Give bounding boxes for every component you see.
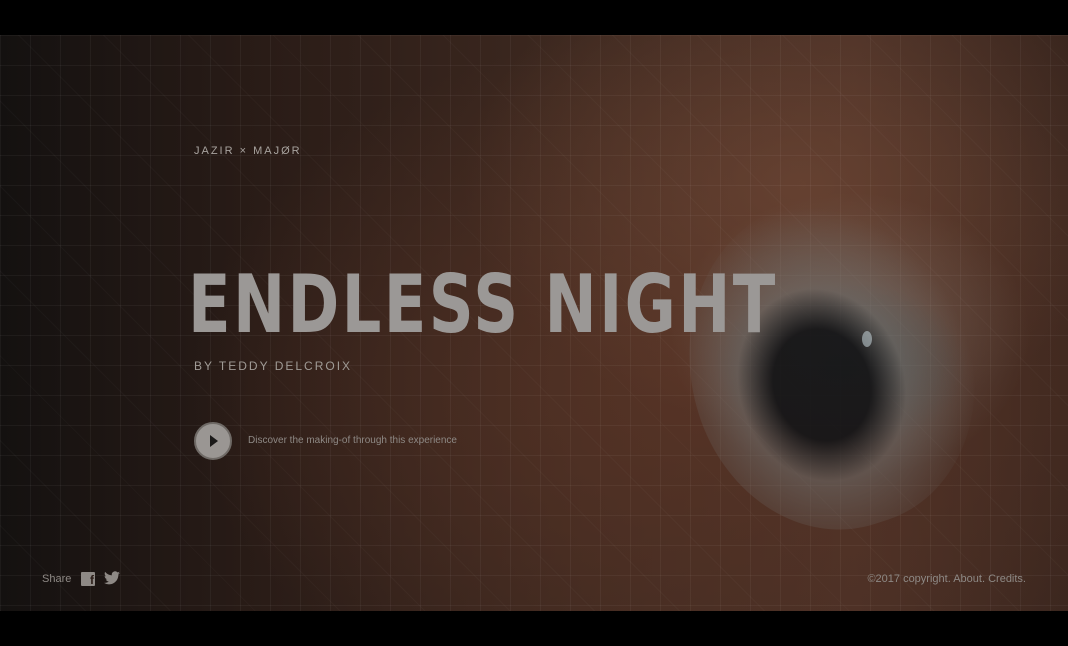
letterbox-bottom-bar xyxy=(0,611,1068,646)
eye-highlight xyxy=(862,331,872,347)
author-byline: BY TEDDY DELCROIX xyxy=(194,359,353,373)
twitter-icon[interactable] xyxy=(104,571,120,585)
page-title: ENDLESS NIGHT xyxy=(188,258,778,351)
brand-label: JAZIR × MAJØR xyxy=(194,145,302,157)
play-caption: Discover the making-of through this expe… xyxy=(248,435,457,446)
play-icon xyxy=(210,435,218,447)
eye-image xyxy=(645,164,1015,566)
about-link[interactable]: About. xyxy=(953,573,985,585)
hero-section: JAZIR × MAJØR ENDLESS NIGHT BY TEDDY DEL… xyxy=(0,35,1068,611)
facebook-icon[interactable]: f xyxy=(81,572,95,586)
letterbox-top-bar xyxy=(0,0,1068,35)
credits-link[interactable]: Credits. xyxy=(988,573,1026,585)
share-label: Share xyxy=(42,573,72,585)
play-button[interactable] xyxy=(194,422,232,460)
footer-links: ©2017 copyright. About. Credits. xyxy=(867,573,1026,585)
copyright-text: ©2017 copyright. xyxy=(867,573,951,585)
